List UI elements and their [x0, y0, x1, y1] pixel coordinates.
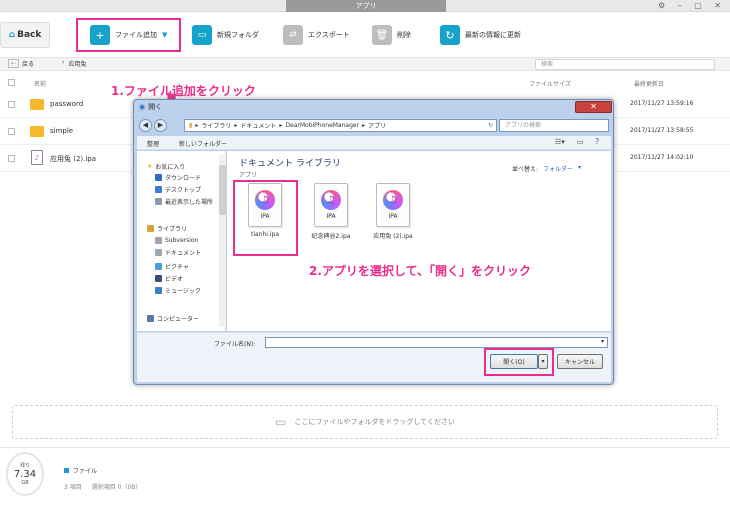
ipa-file-icon: ♫ IPA	[314, 183, 348, 227]
library-title: ドキュメント ライブラリ	[239, 159, 341, 169]
computer-icon	[147, 314, 154, 322]
library-subtitle: アプリ	[239, 172, 258, 179]
dialog-close-button[interactable]: ✕	[575, 101, 612, 113]
forward-arrow-icon[interactable]: ▶	[154, 119, 167, 132]
filename-input[interactable]: ▾	[265, 337, 608, 348]
ipa-file-icon: ♫ IPA	[376, 183, 410, 227]
category-marker-icon	[64, 468, 69, 473]
dialog-search-input[interactable]: アプリの検索	[499, 119, 609, 132]
item-count: 3 項目	[64, 484, 82, 491]
open-button[interactable]: 開く(O)	[490, 354, 538, 369]
nav-music[interactable]: ミュージック	[155, 285, 201, 295]
file-tile[interactable]: ♫ IPA 纪念碑谷2.ipa	[303, 183, 359, 259]
arrange-by[interactable]: 並べ替え: フォルダー ▾	[512, 164, 581, 173]
folder-outline-icon: ▭	[275, 415, 287, 429]
selected-count: 選択項目 0（0B）	[91, 484, 142, 491]
desktop-icon	[155, 185, 162, 193]
breadcrumb-item[interactable]: ドキュメント	[240, 121, 276, 130]
footer	[0, 447, 730, 510]
organize-menu[interactable]: 整理	[147, 139, 159, 148]
music-icon	[155, 286, 162, 294]
chevron-right-icon: ▸	[279, 122, 283, 129]
view-options-icon[interactable]: ☷▾	[555, 138, 565, 146]
file-tile[interactable]: ♫ IPA 应用兔 (2).ipa	[365, 183, 421, 259]
nav-subversion[interactable]: Subversion	[155, 235, 198, 245]
nav-computer[interactable]: コンピューター	[147, 313, 199, 323]
documents-icon	[155, 248, 162, 256]
nav-scrollbar[interactable]	[219, 155, 226, 327]
dialog-address-bar[interactable]: ▮ ▸ ライブラリ ▸ ドキュメント ▸ DearMobiPhoneManage…	[184, 119, 497, 132]
nav-videos[interactable]: ビデオ	[155, 273, 183, 283]
nav-downloads[interactable]: ダウンロード	[155, 172, 201, 182]
help-icon[interactable]: ?	[595, 137, 599, 146]
star-icon: ★	[147, 162, 153, 170]
nav-favorites[interactable]: ★ お気に入り	[147, 161, 185, 171]
nav-recent[interactable]: 最近表示した場所	[155, 196, 225, 206]
nav-pictures[interactable]: ピクチャ	[155, 261, 189, 271]
pictures-icon	[155, 262, 162, 270]
cancel-button[interactable]: キャンセル	[557, 354, 603, 369]
nav-libraries[interactable]: ライブラリ	[147, 223, 187, 233]
nav-desktop[interactable]: デスクトップ	[155, 184, 201, 194]
filename-label: ファイル名(N):	[214, 341, 256, 348]
dropdown-arrow-icon: ▾	[541, 358, 545, 365]
chevron-right-icon: ▸	[195, 122, 199, 129]
recent-places-icon	[155, 197, 162, 205]
dialog-nav-pane: ★ お気に入り ダウンロード デスクトップ 最近表示した場所 ライブラリ Subv…	[137, 151, 226, 331]
dialog-app-icon: ◉	[139, 103, 146, 111]
dialog-title: ◉ 開く	[139, 103, 163, 111]
back-arrow-icon[interactable]: ◀	[139, 119, 152, 132]
dropdown-arrow-icon: ▾	[600, 338, 604, 345]
footer-category: ファイル	[64, 466, 97, 475]
breadcrumb-item[interactable]: ライブラリ	[201, 121, 231, 130]
footer-counts: 3 項目 選択項目 0（0B）	[64, 482, 141, 491]
refresh-icon[interactable]: ↻	[485, 122, 496, 129]
open-dropdown-button[interactable]: ▾	[538, 354, 548, 369]
download-icon	[155, 173, 162, 181]
storage-indicator: 残り 7.34 GB	[6, 452, 44, 496]
drop-zone[interactable]: ▭ ここにファイルやフォルダをドラッグしてください	[12, 405, 718, 439]
nav-documents[interactable]: ドキュメント	[155, 247, 201, 257]
library-folder-icon	[155, 236, 162, 244]
breadcrumb-item[interactable]: DearMobiPhoneManager	[285, 122, 359, 129]
dialog-new-folder-button[interactable]: 新しいフォルダー	[179, 139, 227, 148]
dropdown-arrow-icon: ▾	[578, 164, 582, 171]
chevron-right-icon: ▸	[362, 122, 366, 129]
breadcrumb-item[interactable]: アプリ	[368, 121, 386, 130]
dialog-toolbar: 整理 新しいフォルダー ☷▾ ▭ ?	[137, 136, 611, 150]
chevron-right-icon: ▸	[234, 122, 238, 129]
library-icon	[147, 224, 154, 232]
selection-highlight	[233, 180, 298, 256]
annotation-step2: 2.アプリを選択して、「開く」をクリック	[309, 264, 531, 278]
dialog-nav-buttons: ◀ ▶	[139, 119, 167, 132]
folder-small-icon: ▮	[189, 122, 193, 129]
preview-pane-icon[interactable]: ▭	[577, 138, 584, 146]
video-icon	[155, 274, 162, 282]
